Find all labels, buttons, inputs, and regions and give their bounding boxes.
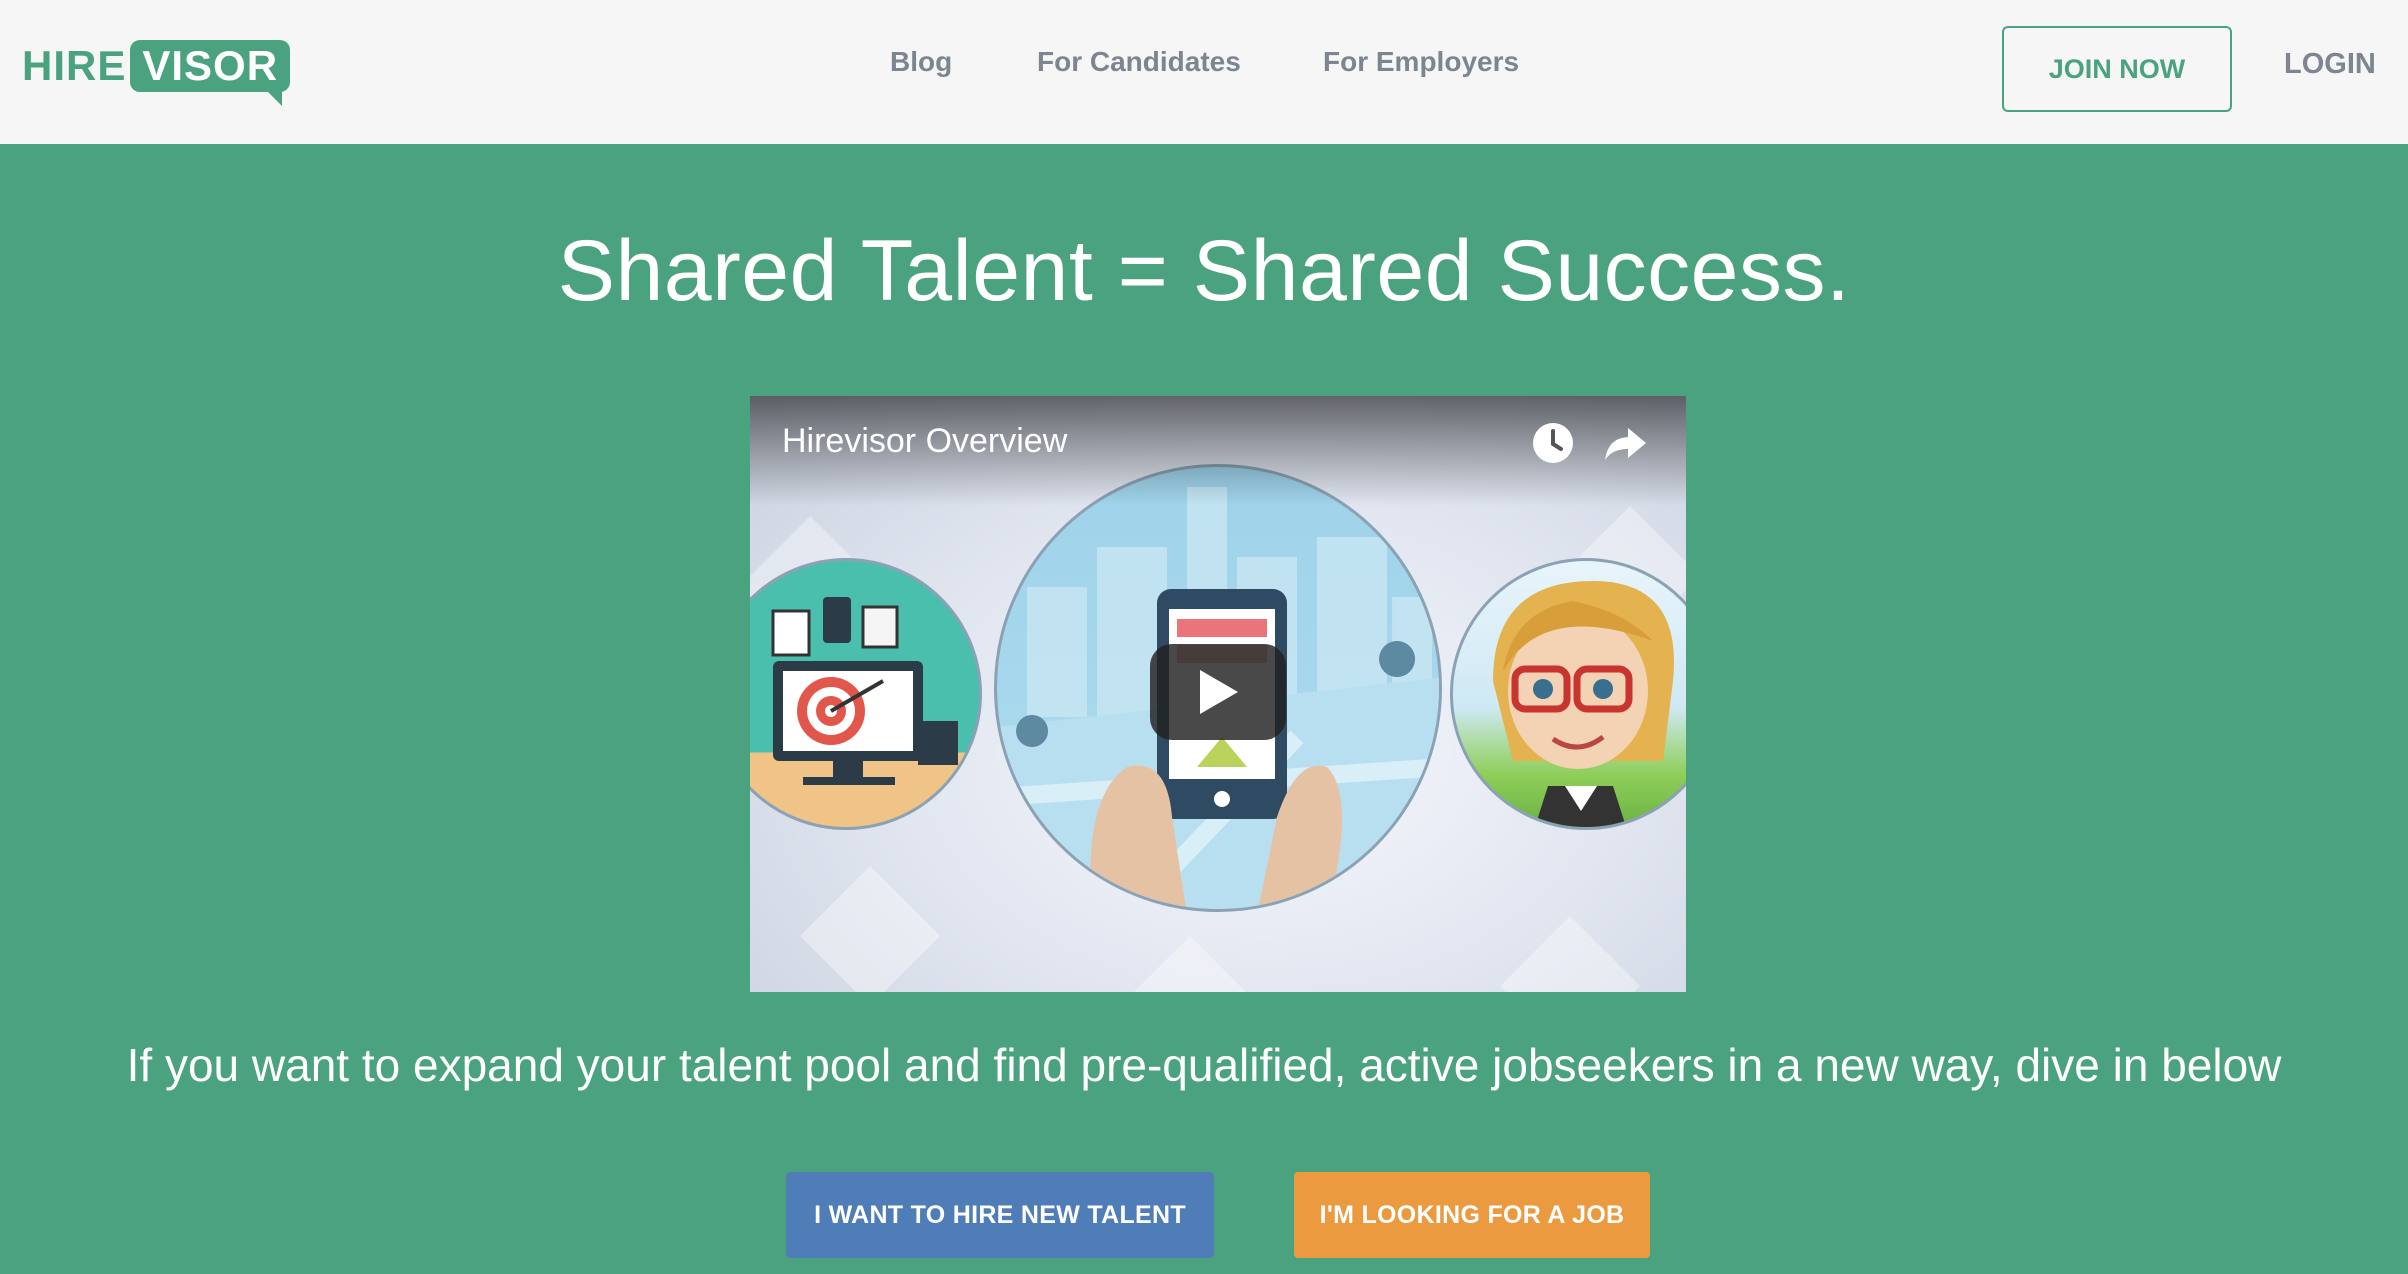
nav-link-for-employers[interactable]: For Employers (1323, 46, 1519, 86)
logo-text-hire: HIRE (22, 42, 127, 89)
share-icon[interactable] (1602, 420, 1648, 466)
video-player[interactable]: Hirevisor Overview (750, 396, 1686, 992)
logo-text-visor: VISOR (130, 40, 291, 92)
logo-badge: VISOR (130, 40, 291, 106)
watch-later-icon[interactable] (1530, 420, 1576, 466)
hirevisor-logo[interactable]: HIRE VISOR (22, 34, 291, 106)
login-link[interactable]: LOGIN (2284, 48, 2376, 81)
play-icon (1200, 670, 1238, 714)
nav-link-for-candidates[interactable]: For Candidates (1037, 46, 1241, 86)
hero-tagline: If you want to expand your talent pool a… (126, 1039, 2282, 1091)
play-button[interactable] (1150, 644, 1286, 740)
hero-title: Shared Talent = Shared Success. (557, 223, 1851, 319)
site-header: HIRE VISOR Blog For Candidates For Emplo… (0, 0, 2408, 144)
looking-for-job-button[interactable]: I'M LOOKING FOR A JOB (1294, 1172, 1650, 1258)
hire-talent-button[interactable]: I WANT TO HIRE NEW TALENT (786, 1172, 1214, 1258)
logo-speech-tail (266, 90, 283, 106)
video-title[interactable]: Hirevisor Overview (782, 422, 1067, 461)
nav-link-blog[interactable]: Blog (890, 46, 952, 86)
join-now-button[interactable]: JOIN NOW (2002, 26, 2232, 112)
